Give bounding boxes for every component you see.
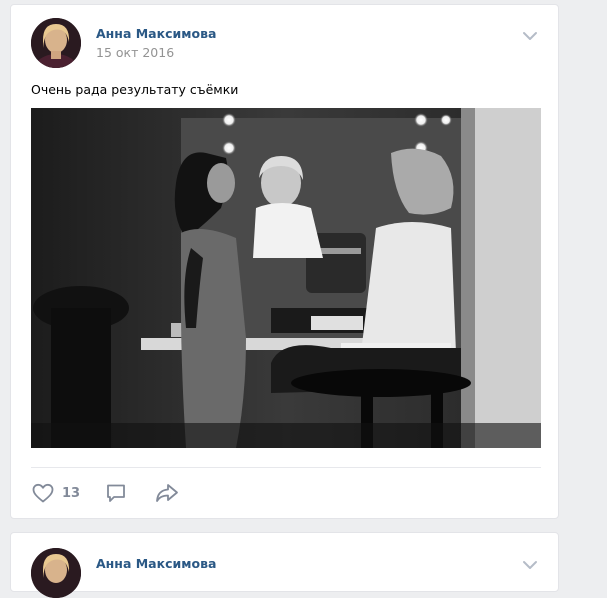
chevron-down-icon[interactable] (522, 31, 538, 41)
post-text: Очень рада результату съёмки (31, 82, 239, 97)
wall-post: Анна Максимова 15 окт 2016 Очень рада ре… (10, 4, 559, 519)
like-button[interactable]: 13 (31, 481, 80, 505)
chevron-down-icon[interactable] (522, 560, 538, 570)
post-date[interactable]: 15 окт 2016 (96, 45, 174, 60)
author-name[interactable]: Анна Максимова (96, 26, 216, 41)
avatar-image (31, 548, 81, 598)
like-count: 13 (62, 485, 81, 501)
divider (31, 467, 541, 468)
wall-post: Анна Максимова (10, 532, 559, 598)
comment-button[interactable] (104, 481, 128, 505)
share-icon (156, 484, 178, 502)
avatar-image (31, 18, 81, 68)
avatar[interactable] (31, 18, 81, 68)
heart-icon (32, 483, 54, 503)
photo-image (31, 108, 541, 448)
author-name[interactable]: Анна Максимова (96, 556, 216, 571)
post-photo[interactable] (31, 108, 541, 448)
avatar[interactable] (31, 548, 81, 598)
comment-icon (107, 484, 125, 502)
share-button[interactable] (154, 481, 180, 505)
